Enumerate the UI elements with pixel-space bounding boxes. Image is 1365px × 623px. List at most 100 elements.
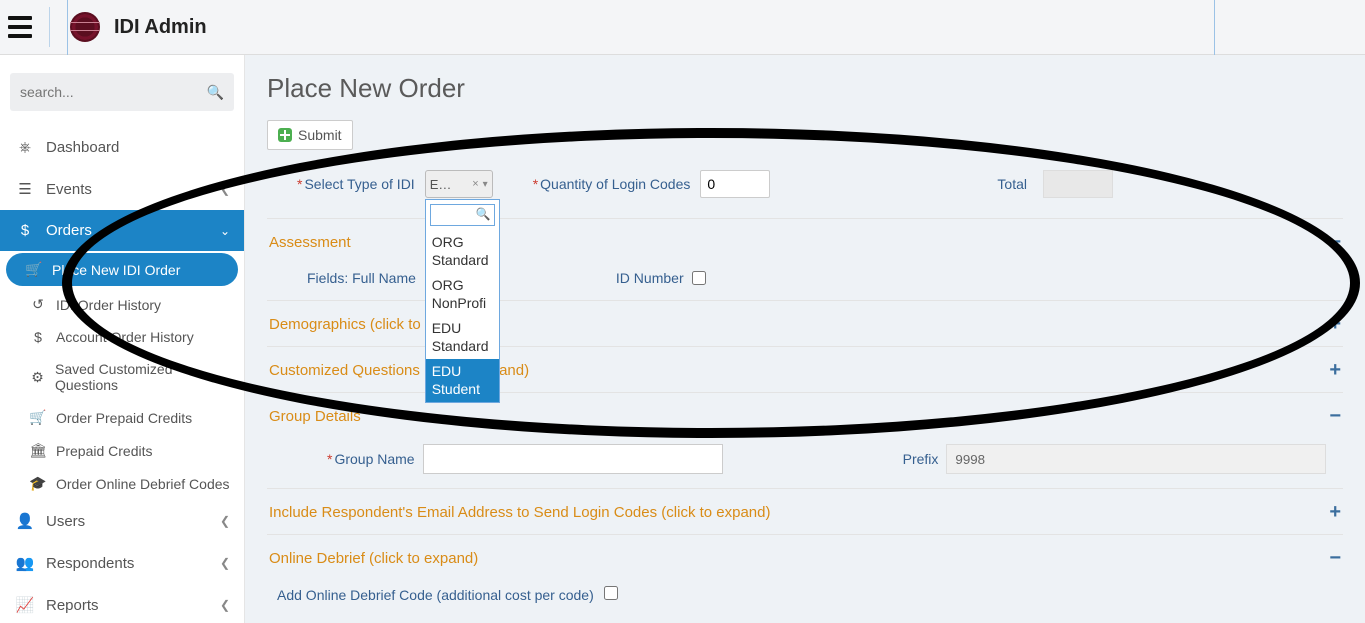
sidebar-sub-order-debrief[interactable]: 🎓 Order Online Debrief Codes — [0, 467, 244, 500]
sidebar-sub-label: IDI Order History — [56, 297, 161, 313]
section-include-email-header[interactable]: Include Respondent's Email Address to Se… — [267, 488, 1343, 534]
sidebar-item-reports[interactable]: 📈 Reports ❮ — [0, 584, 244, 623]
graduation-icon: 🎓 — [28, 475, 48, 492]
plus-icon — [278, 128, 292, 142]
prefix-label: Prefix — [903, 451, 939, 467]
section-title: Include Respondent's Email Address to Se… — [269, 504, 771, 521]
prefix-value — [946, 444, 1326, 474]
sidebar-item-label: Respondents — [46, 555, 134, 572]
sidebar-item-events[interactable]: ☰ Events ❮ — [0, 168, 244, 210]
total-value — [1043, 170, 1113, 198]
topbar: IDI Admin — [0, 0, 1365, 55]
section-title: Online Debrief (click to expand) — [269, 550, 478, 567]
search-icon: 🔍 — [476, 207, 491, 221]
cart-icon: 🛒 — [24, 261, 44, 278]
sidebar-item-label: Orders — [46, 222, 92, 239]
idi-type-selected: E… — [430, 177, 469, 192]
submit-button[interactable]: Submit — [267, 120, 353, 150]
page-title: Place New Order — [267, 73, 1343, 104]
sidebar-sub-saved-questions[interactable]: ⚙ Saved Customized Questions — [0, 353, 244, 401]
sidebar-sub-prepaid[interactable]: 🏛 Prepaid Credits — [0, 434, 244, 467]
sidebar-item-orders[interactable]: $ Orders ⌄ — [0, 210, 244, 251]
submit-label: Submit — [298, 127, 342, 143]
sidebar-sub-idi-history[interactable]: ↺ IDI Order History — [0, 288, 244, 321]
sidebar-item-dashboard[interactable]: ⎈ Dashboard — [0, 127, 244, 168]
money-icon: $ — [14, 222, 36, 239]
chevron-down-icon: ⌄ — [220, 224, 230, 238]
globe-logo-icon — [70, 12, 100, 42]
caret-down-icon[interactable]: ▾ — [483, 179, 488, 190]
idi-type-option[interactable]: ORG Standard — [426, 230, 499, 273]
search-input[interactable] — [20, 84, 207, 100]
user-icon: 👤 — [14, 512, 36, 530]
idi-type-select[interactable]: E… × ▾ 🔍 ORG Standard ORG NonProfi EDU S… — [425, 170, 493, 198]
gears-icon: ⚙ — [28, 369, 47, 386]
idi-type-option[interactable]: ORG NonProfi — [426, 273, 499, 316]
history-icon: ↺ — [28, 296, 48, 313]
dashboard-icon: ⎈ — [14, 139, 36, 156]
group-name-label: *Group Name — [327, 451, 415, 467]
qty-label: *Quantity of Login Codes — [533, 176, 691, 192]
expand-icon[interactable]: + — [1329, 501, 1341, 524]
chevron-left-icon: ❮ — [220, 556, 230, 570]
sidebar-sub-label: Account Order History — [56, 329, 194, 345]
idi-type-option-selected[interactable]: EDU Student — [426, 359, 499, 402]
top-divider-right — [1214, 0, 1215, 55]
section-group-body: *Group Name Prefix — [267, 438, 1343, 488]
chevron-left-icon: ❮ — [220, 514, 230, 528]
idi-type-dropdown[interactable]: 🔍 ORG Standard ORG NonProfi EDU Standard… — [425, 199, 500, 403]
clear-icon[interactable]: × — [468, 178, 482, 190]
sidebar-sub-label: Place New IDI Order — [52, 262, 180, 278]
sidebar-sub-label: Order Prepaid Credits — [56, 410, 192, 426]
total-label: Total — [997, 176, 1027, 192]
list-icon: ☰ — [14, 180, 36, 198]
section-online-debrief-header[interactable]: Online Debrief (click to expand) − — [267, 534, 1343, 580]
chevron-left-icon: ❮ — [220, 598, 230, 612]
section-title: Assessment — [269, 234, 351, 251]
idi-type-option[interactable]: EDU Standard — [426, 316, 499, 359]
app-title: IDI Admin — [114, 16, 207, 39]
expand-icon[interactable]: + — [1329, 359, 1341, 382]
users-icon: 👥 — [14, 554, 36, 572]
order-params-row: *Select Type of IDI E… × ▾ 🔍 ORG Standar… — [267, 170, 1343, 198]
sidebar-sub-account-history[interactable]: $ Account Order History — [0, 321, 244, 353]
sidebar-item-label: Users — [46, 513, 85, 530]
chevron-left-icon: ❮ — [220, 182, 230, 196]
add-debrief-label: Add Online Debrief Code (additional cost… — [277, 587, 594, 603]
chart-icon: 📈 — [14, 596, 36, 614]
sidebar-item-respondents[interactable]: 👥 Respondents ❮ — [0, 542, 244, 584]
qty-input[interactable] — [700, 170, 770, 198]
main-content: Place New Order Submit *Select Type of I… — [245, 55, 1365, 623]
search-icon[interactable]: 🔍 — [207, 84, 224, 101]
sidebar-sub-label: Saved Customized Questions — [55, 361, 230, 393]
sidebar: 🔍 ⎈ Dashboard ☰ Events ❮ $ Orders ⌄ 🛒 Pl… — [0, 55, 245, 623]
section-title: Group Details — [269, 408, 361, 425]
bank-icon: 🏛 — [28, 442, 48, 459]
expand-icon[interactable]: + — [1329, 313, 1341, 336]
dropdown-search[interactable]: 🔍 — [426, 200, 499, 230]
add-debrief-checkbox[interactable] — [604, 586, 618, 600]
sidebar-sub-place-order[interactable]: 🛒 Place New IDI Order — [6, 253, 238, 286]
section-online-debrief-body: Add Online Debrief Code (additional cost… — [267, 580, 1343, 617]
group-name-input[interactable] — [423, 444, 723, 474]
collapse-icon[interactable]: − — [1329, 405, 1341, 428]
sidebar-sub-label: Order Online Debrief Codes — [56, 476, 230, 492]
sidebar-item-label: Reports — [46, 597, 99, 614]
id-number-label: ID Number — [616, 270, 684, 286]
full-name-label: Fields: Full Name — [307, 270, 416, 286]
collapse-icon[interactable]: − — [1329, 547, 1341, 570]
sidebar-item-label: Events — [46, 181, 92, 198]
menu-toggle-button[interactable] — [10, 7, 50, 47]
section-title: Demographics (click to e — [269, 316, 433, 333]
type-label: *Select Type of IDI — [297, 176, 415, 192]
id-number-checkbox[interactable] — [692, 271, 706, 285]
sidebar-item-users[interactable]: 👤 Users ❮ — [0, 500, 244, 542]
top-divider — [67, 0, 68, 55]
sidebar-sub-order-prepaid[interactable]: 🛒 Order Prepaid Credits — [0, 401, 244, 434]
money-icon: $ — [28, 329, 48, 345]
collapse-icon[interactable]: − — [1329, 231, 1341, 254]
sidebar-sub-label: Prepaid Credits — [56, 443, 153, 459]
cart-icon: 🛒 — [28, 409, 48, 426]
sidebar-search[interactable]: 🔍 — [10, 73, 234, 111]
orders-submenu: 🛒 Place New IDI Order ↺ IDI Order Histor… — [0, 253, 244, 500]
